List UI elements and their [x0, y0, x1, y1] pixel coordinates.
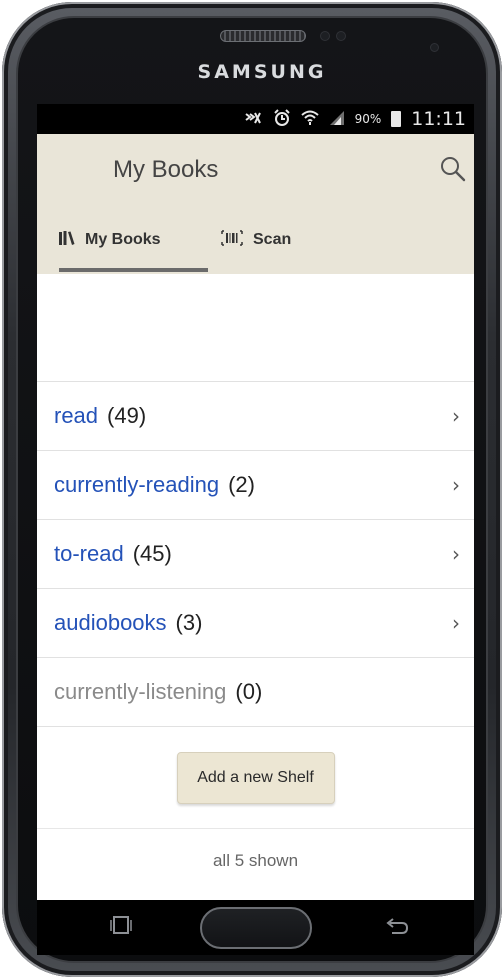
- status-bar: 90% 11:11: [37, 104, 474, 134]
- chevron-right-icon: ›: [452, 404, 460, 428]
- app-bar: My Books: [37, 134, 474, 206]
- chevron-right-icon: ›: [452, 542, 460, 566]
- battery-percent: 90%: [354, 112, 382, 126]
- brand-logo: SAMSUNG: [197, 61, 327, 83]
- recent-apps-icon[interactable]: [109, 915, 133, 940]
- chevron-right-icon: ›: [452, 611, 460, 635]
- earpiece-speaker: [220, 30, 306, 42]
- selected-tab-indicator: [59, 268, 208, 272]
- shelf-count: (0): [235, 679, 263, 704]
- tab-my-books-label: My Books: [85, 231, 161, 248]
- shelf-name: to-read: [54, 541, 124, 566]
- hardware-nav-bar: [37, 900, 474, 955]
- shelf-row-read[interactable]: read (49) ›: [37, 382, 474, 451]
- search-icon[interactable]: [436, 152, 470, 186]
- tab-scan[interactable]: Scan: [221, 206, 291, 274]
- shelf-count: (3): [175, 610, 203, 635]
- alarm-icon: [273, 108, 291, 130]
- bookshelf-icon: [59, 231, 75, 249]
- shelf-name: audiobooks: [54, 610, 167, 635]
- status-time: 11:11: [411, 108, 466, 130]
- shelf-row-currently-listening: currently-listening (0): [37, 658, 474, 727]
- shelves-summary: all 5 shown: [212, 850, 299, 870]
- shelf-row-audiobooks[interactable]: audiobooks (3) ›: [37, 589, 474, 658]
- page-title: My Books: [113, 156, 219, 183]
- shelf-name: currently-listening: [54, 679, 227, 704]
- app-screen: 90% 11:11 My Books My Books Scan read (4…: [37, 104, 474, 900]
- shelf-list: read (49) › currently-reading (2) › to-r…: [37, 274, 474, 892]
- shelf-count: (2): [228, 472, 255, 497]
- add-shelf-button[interactable]: Add a new Shelf: [176, 751, 335, 804]
- wifi-icon: [300, 110, 319, 129]
- battery-icon: [391, 111, 402, 127]
- proximity-sensor: [320, 31, 330, 41]
- shelf-count: (49): [107, 403, 147, 428]
- tab-scan-label: Scan: [253, 231, 292, 248]
- shelf-name: currently-reading: [54, 472, 220, 497]
- front-camera: [430, 43, 439, 52]
- list-spacer: [37, 274, 474, 382]
- barcode-icon: [221, 230, 243, 250]
- back-icon[interactable]: [384, 916, 410, 940]
- add-shelf-area: Add a new Shelf: [37, 727, 474, 829]
- shelf-name: read: [54, 403, 99, 428]
- shelf-row-to-read[interactable]: to-read (45) ›: [37, 520, 474, 589]
- home-button[interactable]: [200, 907, 312, 949]
- signal-icon: [329, 110, 345, 129]
- shelf-count: (45): [132, 541, 172, 566]
- tab-my-books[interactable]: My Books: [59, 206, 208, 274]
- chevron-right-icon: ›: [452, 473, 460, 497]
- tab-bar: My Books Scan: [37, 206, 474, 274]
- light-sensor: [336, 31, 346, 41]
- mute-icon: [243, 110, 263, 129]
- shelf-row-currently-reading[interactable]: currently-reading (2) ›: [37, 451, 474, 520]
